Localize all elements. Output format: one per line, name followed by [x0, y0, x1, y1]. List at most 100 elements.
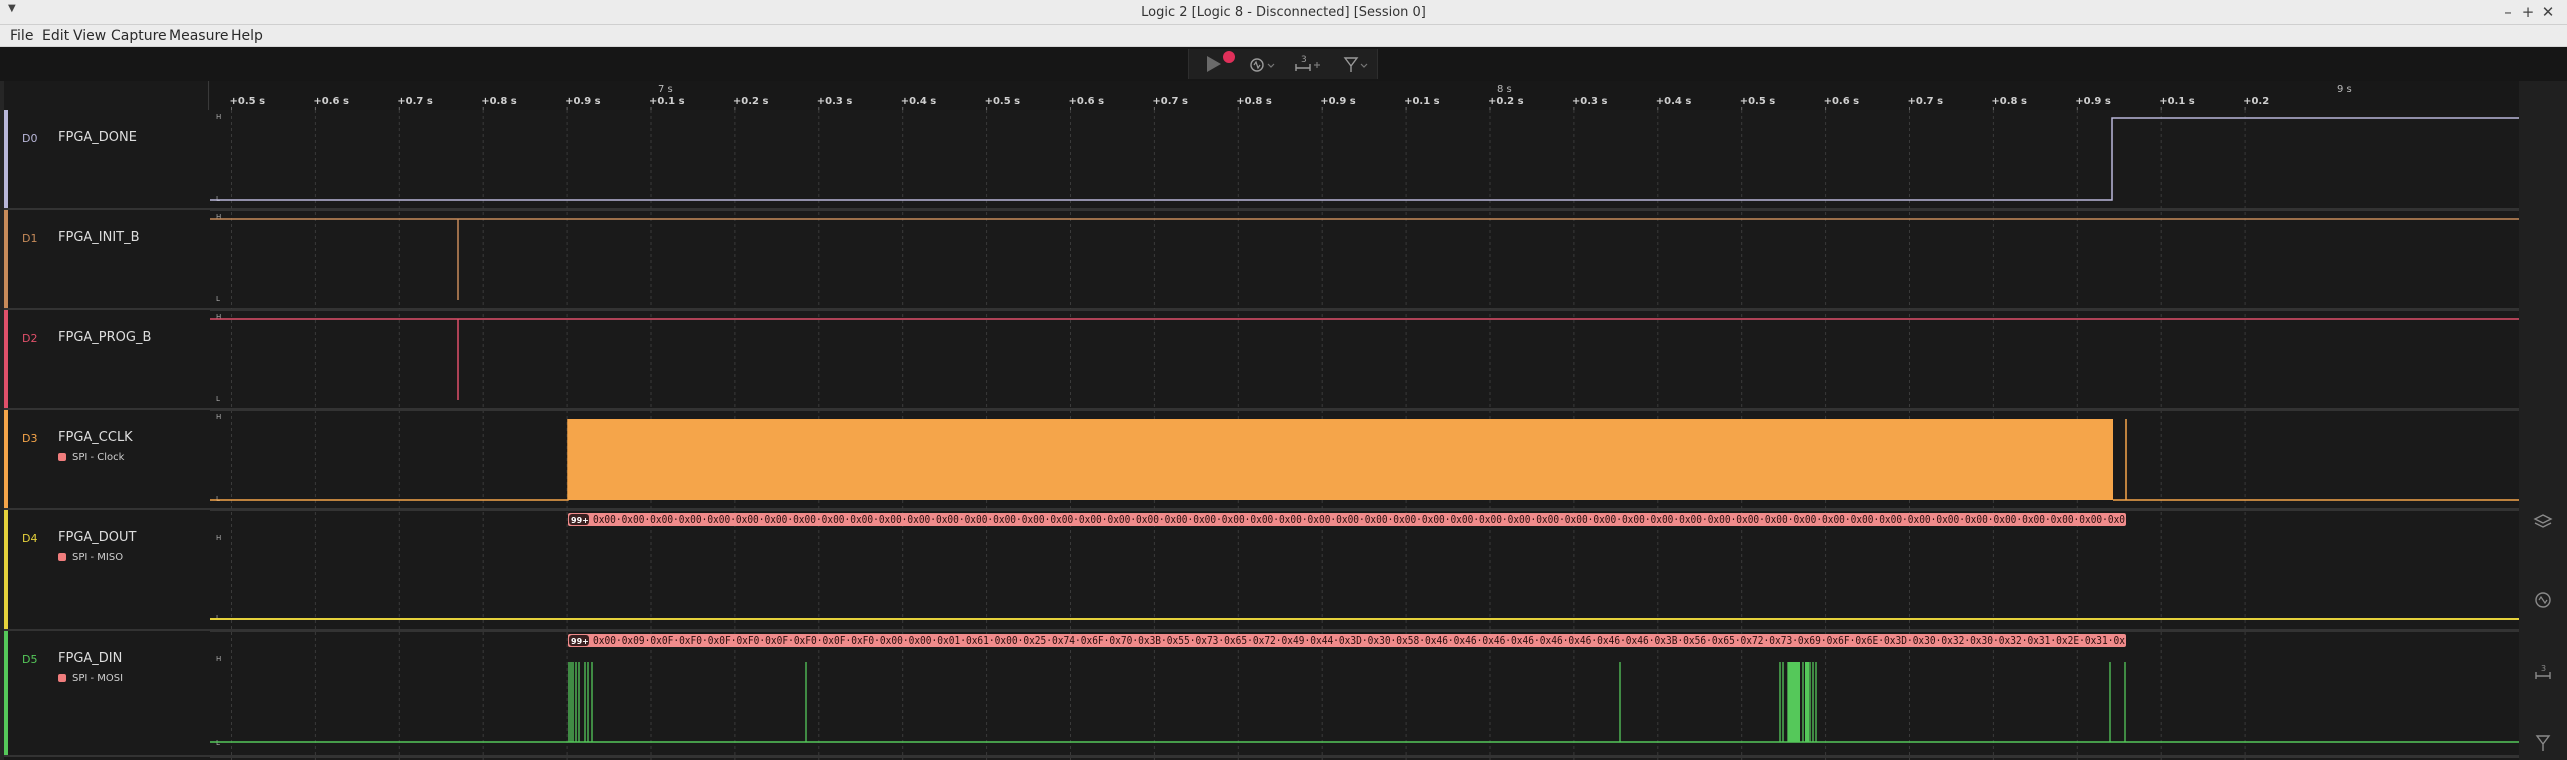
menu-view[interactable]: View [73, 28, 106, 44]
low-level-marker: L [216, 295, 220, 303]
analyzer-label: SPI - MISO [72, 552, 124, 563]
decode-count-label: 99+ [571, 637, 589, 646]
channel-color-bar [4, 410, 8, 508]
low-level-marker: L [216, 739, 220, 747]
channel-number: D5 [22, 653, 38, 666]
timeline-tick-label: +0.7 s [397, 96, 433, 107]
menu-file[interactable]: File [10, 28, 33, 44]
record-indicator [1223, 51, 1235, 63]
spi-decode-bar-mosi[interactable]: 99+ 0x00·0x09·0x0F·0xF0·0x0F·0xF0·0x0F·0x… [568, 634, 2126, 647]
spi-decode-bar-miso[interactable]: 99+ 0x00·0x00·0x00·0x00·0x00·0x00·0x00·0x… [568, 513, 2126, 526]
marker-icon[interactable] [1343, 57, 1368, 72]
waveform-area[interactable]: HLHLHLHLHLHL99+ 0x00·0x00·0x00·0x00·0x00·… [210, 110, 2519, 760]
decode-values: 0x00·0x09·0x0F·0xF0·0x0F·0xF0·0x0F·0xF0·… [593, 636, 2125, 647]
menu-edit[interactable]: Edit [42, 28, 69, 44]
channel-name[interactable]: FPGA_CCLK [58, 430, 133, 445]
analyzer-color-icon [58, 553, 66, 561]
timeline-tick-label: +0.9 s [565, 96, 601, 107]
svg-text:3: 3 [2541, 664, 2546, 673]
timeline-tick-label: +0.6 s [313, 96, 349, 107]
maximize-icon[interactable]: + [2519, 3, 2537, 21]
timeline-tick-label: +0.8 s [1991, 96, 2027, 107]
channel-number: D4 [22, 532, 38, 545]
timeline-major-label: 7 s [658, 84, 673, 95]
timing-marker-icon[interactable]: 3 [2533, 662, 2553, 682]
timeline-tick-label: +0.4 s [1656, 96, 1692, 107]
analyzer-tag[interactable]: SPI - MOSI [58, 673, 123, 684]
waveform-d3-clock-burst [568, 419, 2113, 500]
menu-measure[interactable]: Measure [169, 28, 229, 44]
high-level-marker: H [216, 213, 221, 221]
timeline-tick-label: +0.7 s [1152, 96, 1188, 107]
timeline-tick-label: +0.2 s [733, 96, 769, 107]
timeline-tick-label: +0.6 s [1069, 96, 1105, 107]
high-level-marker: H [216, 413, 221, 421]
timeline-tick-label: +0.5 s [230, 96, 266, 107]
timeline-tick-label: +0.9 s [1320, 96, 1356, 107]
low-level-marker: L [216, 195, 220, 203]
analyzer-color-icon [58, 453, 66, 461]
analyzer-color-icon [58, 674, 66, 682]
channel-name[interactable]: FPGA_PROG_B [58, 330, 151, 345]
analyzer-label: SPI - Clock [72, 452, 125, 463]
channel-number: D0 [22, 132, 38, 145]
timeline-major-label: 9 s [2337, 84, 2352, 95]
low-level-marker: L [216, 395, 220, 403]
channel-number: D3 [22, 432, 38, 445]
timeline-tick-label: +0.7 s [1908, 96, 1944, 107]
timeline-tick-label: +0.2 [2243, 96, 2269, 107]
analyzer-label: SPI - MOSI [72, 673, 124, 684]
layers-icon[interactable] [2533, 512, 2553, 532]
analyzer-tag[interactable]: SPI - Clock [58, 452, 124, 463]
decode-count-label: 99+ [571, 516, 589, 525]
decode-values: 0x00·0x00·0x00·0x00·0x00·0x00·0x00·0x00·… [593, 515, 2125, 526]
waveform-d0 [210, 117, 2519, 201]
high-level-marker: H [216, 655, 221, 663]
waveform-d5-burst [1788, 662, 1800, 742]
trigger-icon[interactable] [1250, 58, 1275, 72]
timeline-tick-label: +0.6 s [1824, 96, 1860, 107]
waveform-d5-burst [1805, 662, 1809, 742]
close-icon[interactable]: ✕ [2539, 3, 2557, 21]
timing-marker-icon[interactable]: 3 [1295, 55, 1320, 71]
channel-name[interactable]: FPGA_DONE [58, 130, 137, 145]
high-level-marker: H [216, 113, 221, 121]
timeline-tick-label: +0.1 s [2159, 96, 2195, 107]
minimize-icon[interactable]: – [2499, 3, 2517, 21]
trigger-icon[interactable] [2533, 590, 2553, 610]
marker-icon[interactable] [2533, 733, 2553, 753]
analyzer-tag[interactable]: SPI - MISO [58, 552, 123, 563]
timing-marker-count: 3 [1301, 55, 1307, 65]
channel-color-bar [4, 210, 8, 308]
high-level-marker: H [216, 534, 221, 542]
timeline-tick-label: +0.1 s [649, 96, 685, 107]
channel-number: D2 [22, 332, 38, 345]
timeline-tick-label: +0.2 s [1488, 96, 1524, 107]
title-bar: ▼ Logic 2 [Logic 8 - Disconnected] [Sess… [0, 0, 2567, 25]
channel-color-bar [4, 110, 8, 208]
timeline-tick-label: +0.5 s [985, 96, 1021, 107]
right-sidebar: 3 [2519, 81, 2567, 760]
channel-name[interactable]: FPGA_DOUT [58, 530, 136, 545]
toolbar: 3 [0, 47, 2567, 81]
menu-help[interactable]: Help [231, 28, 263, 44]
channel-header [4, 81, 209, 110]
timeline-tick-label: +0.3 s [817, 96, 853, 107]
channel-name[interactable]: FPGA_DIN [58, 651, 122, 666]
channel-number: D1 [22, 232, 38, 245]
menu-capture[interactable]: Capture [111, 28, 167, 44]
timeline-tick-label: +0.8 s [1236, 96, 1272, 107]
play-icon[interactable] [1207, 56, 1221, 72]
capture-controls: 3 [1188, 49, 1378, 79]
window-title: Logic 2 [Logic 8 - Disconnected] [Sessio… [1141, 5, 1426, 20]
timeline-ruler[interactable]: +0.5 s +0.6 s +0.7 s +0.8 s +0.9 s +0.1 s +0.2… [210, 81, 2519, 110]
channel-color-bar [4, 310, 8, 408]
timeline-tick-label: +0.8 s [481, 96, 517, 107]
high-level-marker: H [216, 313, 221, 321]
waveform-d3-tail [2113, 419, 2519, 501]
waveform-d3 [210, 419, 569, 501]
low-level-marker: L [216, 495, 220, 503]
timeline-tick-label: +0.1 s [1404, 96, 1440, 107]
channel-name[interactable]: FPGA_INIT_B [58, 230, 140, 245]
timeline-tick-label: +0.3 s [1572, 96, 1608, 107]
